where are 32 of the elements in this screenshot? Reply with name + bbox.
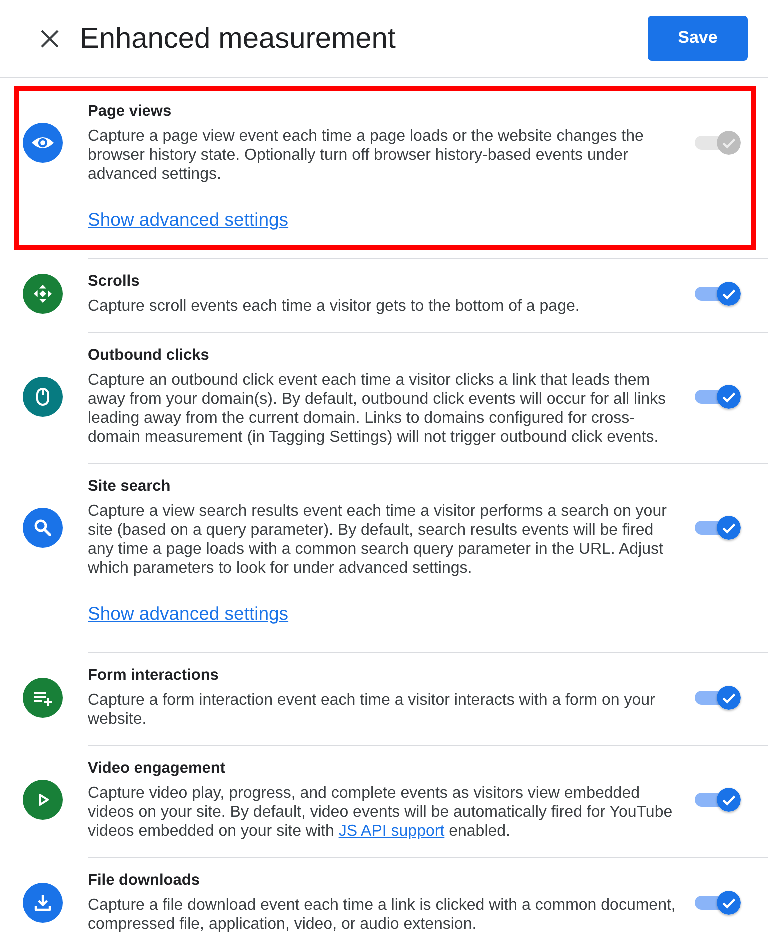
setting-title: Outbound clicks (88, 346, 210, 365)
setting-description: Capture a page view event each time a page loads or the website changes the browser history state. Optionally turn off browser history-based events under advanced settings. (88, 127, 645, 184)
setting-title: Site search (88, 477, 172, 496)
advanced-settings-link[interactable]: Show advanced settings (88, 603, 289, 625)
setting-title: Video engagement (88, 759, 227, 778)
check-icon (717, 788, 741, 812)
setting-title: Scrolls (88, 272, 141, 291)
toggle-switch[interactable] (695, 514, 741, 540)
check-icon (717, 516, 741, 540)
dialog-title: Enhanced measurement (80, 22, 396, 56)
check-icon (717, 890, 741, 914)
setting-description: Capture scroll events each time a visitor gets to the bottom of a page. (88, 297, 581, 316)
setting-description: Capture a view search results event each time a visitor performs a search on your site (based on a query parameter). By default, search results events will be fired any time a page loads with a common search query parameter in the URL. Adjust which parameters to look for under advanced settings. (88, 502, 668, 578)
toggle-switch[interactable] (695, 384, 741, 410)
toggle-switch[interactable] (695, 684, 741, 710)
toggle-switch[interactable] (695, 890, 741, 916)
toggle-switch[interactable] (695, 787, 741, 813)
check-icon (717, 384, 741, 408)
inline-link[interactable]: JS API support (338, 823, 445, 840)
setting-description: Capture a form interaction event each time a visitor interacts with a form on your website. (88, 691, 656, 729)
check-icon (717, 282, 741, 306)
close-icon[interactable] (40, 28, 60, 48)
setting-description: Capture video play, progress, and complete events as visitors view embedded videos on your site. By default, video events will be automatically fired for YouTube videos embedded on your site with JS API support enabled. (88, 784, 674, 841)
setting-title: Page views (88, 102, 173, 121)
check-icon (717, 131, 741, 155)
toggle-switch[interactable] (695, 281, 741, 307)
setting-title: File downloads (88, 871, 201, 890)
setting-description: Capture a file download event each time a link is clicked with a common document, compressed file, application, video, or audio extension. (88, 896, 677, 934)
setting-title: Form interactions (88, 666, 220, 685)
setting-description: Capture an outbound click event each time a visitor clicks a link that leads them away from your domain(s). By default, outbound click events will occur for all links leading away from the current domain. Links to domains configured for cross-domain measurement (in Tagging Settings) will not trigger outbound click events. (88, 371, 668, 447)
save-button[interactable]: Save (648, 16, 748, 60)
check-icon (717, 686, 741, 710)
